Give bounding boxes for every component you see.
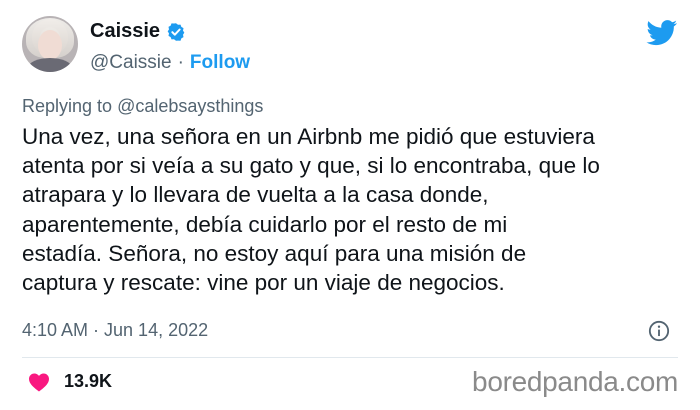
author-name[interactable]: Caissie bbox=[90, 20, 160, 43]
heart-icon[interactable] bbox=[28, 372, 50, 392]
verified-badge-icon bbox=[167, 22, 185, 41]
author-handle-row: @Caissie · Follow bbox=[90, 52, 250, 74]
follow-button[interactable]: Follow bbox=[190, 52, 250, 74]
like-count[interactable]: 13.9K bbox=[64, 371, 112, 392]
tweet-timestamp[interactable]: 4:10 AM · Jun 14, 2022 bbox=[22, 320, 208, 341]
reply-mention-link[interactable]: @calebsaysthings bbox=[117, 96, 263, 116]
replying-to: Replying to @calebsaysthings bbox=[22, 96, 263, 117]
avatar-shoulders bbox=[28, 58, 72, 72]
avatar[interactable] bbox=[22, 16, 78, 72]
twitter-bird-icon[interactable] bbox=[646, 20, 678, 46]
info-icon[interactable] bbox=[648, 320, 670, 342]
handle-separator: · bbox=[177, 52, 184, 73]
author-name-row: Caissie bbox=[90, 20, 186, 43]
divider bbox=[22, 357, 678, 358]
like-row: 13.9K bbox=[28, 371, 112, 392]
replying-to-label: Replying to bbox=[22, 96, 113, 116]
author-handle[interactable]: @Caissie bbox=[90, 52, 172, 74]
watermark: boredpanda.com bbox=[472, 366, 678, 397]
tweet-text: Una vez, una señora en un Airbnb me pidi… bbox=[22, 124, 600, 296]
avatar-face bbox=[38, 30, 62, 60]
